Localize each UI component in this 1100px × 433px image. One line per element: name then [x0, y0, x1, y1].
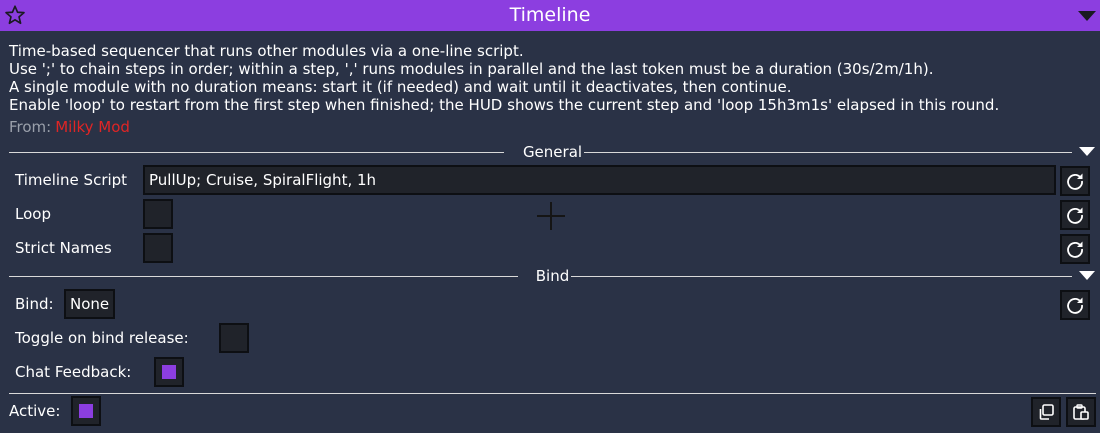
paste-icon [1073, 404, 1089, 420]
reset-button[interactable] [1060, 166, 1090, 196]
reset-icon [1067, 173, 1083, 190]
section-header-bind[interactable]: Bind [9, 267, 1096, 285]
chevron-down-icon[interactable] [1078, 11, 1096, 21]
toggle-on-release-label: Toggle on bind release: [15, 329, 189, 347]
description-line: Time-based sequencer that runs other mod… [9, 42, 524, 60]
toggle-on-release-checkbox[interactable] [219, 323, 249, 353]
module-description: Time-based sequencer that runs other mod… [9, 42, 1099, 136]
copy-settings-button[interactable] [1031, 397, 1061, 427]
active-checkbox[interactable] [71, 396, 101, 426]
loop-checkbox[interactable] [143, 199, 173, 229]
title-bar: Timeline [0, 0, 1100, 31]
footer-divider [9, 393, 1096, 394]
chat-feedback-checkbox[interactable] [154, 357, 184, 387]
chat-feedback-label: Chat Feedback: [15, 363, 132, 381]
chevron-down-icon[interactable] [1079, 147, 1095, 157]
window-title: Timeline [509, 4, 591, 26]
source-label: From: [9, 118, 52, 136]
timeline-script-input[interactable]: PullUp; Cruise, SpiralFlight, 1h [143, 165, 1056, 195]
copy-icon [1039, 404, 1054, 420]
description-line: A single module with no duration means: … [9, 78, 792, 96]
loop-label: Loop [15, 205, 51, 223]
source-info: From: Milky Mod [9, 118, 1099, 136]
reset-icon [1067, 297, 1083, 314]
strict-names-checkbox[interactable] [143, 233, 173, 263]
description-line: Enable 'loop' to restart from the first … [9, 96, 1000, 114]
timeline-script-label: Timeline Script [15, 171, 128, 189]
bind-label: Bind: [15, 295, 54, 313]
reset-button[interactable] [1060, 290, 1090, 320]
reset-button[interactable] [1060, 200, 1090, 230]
source-value: Milky Mod [55, 118, 130, 136]
strict-names-label: Strict Names [15, 239, 112, 257]
description-line: Use ';' to chain steps in order; within … [9, 60, 934, 78]
reset-icon [1067, 241, 1083, 258]
reset-icon [1067, 207, 1083, 224]
crosshair-cursor [537, 202, 565, 230]
section-title: General [520, 143, 585, 161]
bind-key-button[interactable]: None [64, 289, 116, 319]
paste-settings-button[interactable] [1066, 397, 1096, 427]
section-header-general[interactable]: General [9, 143, 1096, 161]
section-title: Bind [533, 267, 572, 285]
chevron-down-icon[interactable] [1079, 271, 1095, 281]
reset-button[interactable] [1060, 234, 1090, 264]
active-label: Active: [9, 402, 61, 420]
